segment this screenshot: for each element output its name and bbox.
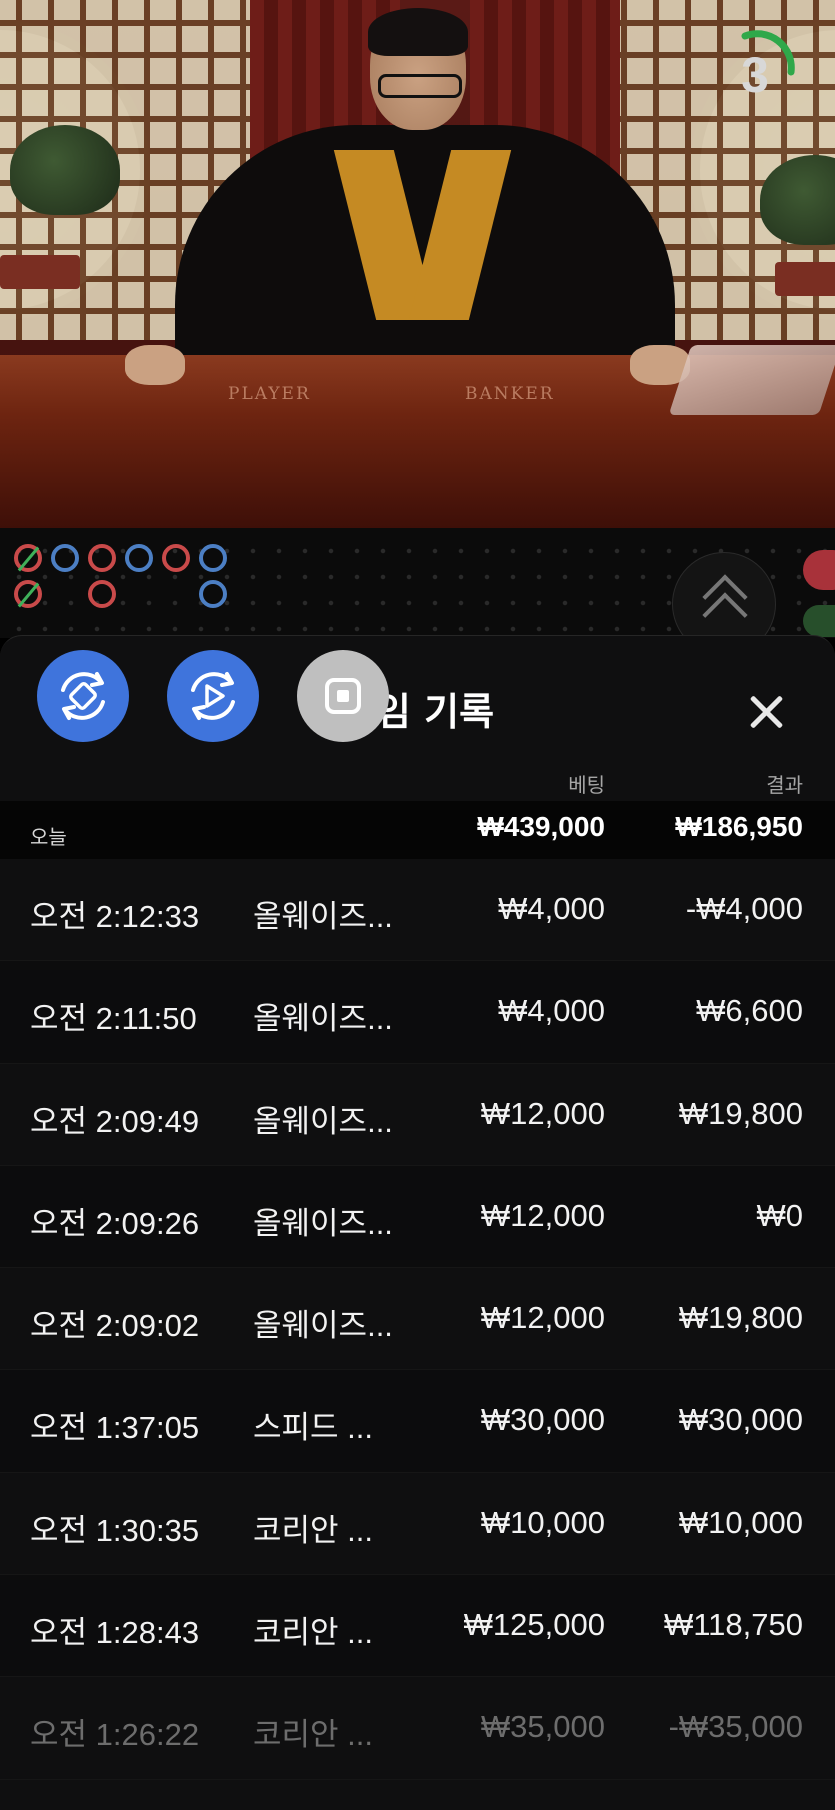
live-video[interactable]: PLAYER BANKER 3: [0, 0, 835, 528]
row-result: ₩6,600: [696, 993, 803, 1029]
row-result: -₩4,000: [685, 891, 803, 926]
dealer-glasses: [378, 74, 462, 98]
row-result: -₩35,000: [668, 1709, 803, 1745]
row-bet: ₩4,000: [498, 993, 605, 1029]
close-button[interactable]: [736, 681, 798, 743]
dealer-hand-left: [125, 345, 185, 385]
row-time: 오전 1:26:22: [30, 1717, 200, 1753]
countdown-timer: 3: [715, 30, 795, 110]
card-shoe: [668, 345, 835, 415]
row-bet: ₩125,000: [463, 1607, 605, 1643]
bonsai-pot-left: [0, 255, 80, 289]
row-result: ₩10,000: [678, 1504, 803, 1540]
row-time: 오전 2:11:50: [30, 1001, 197, 1037]
today-result-total: ₩186,950: [675, 811, 803, 842]
column-header-bet: 베팅: [568, 773, 605, 797]
bonsai-left: [10, 125, 120, 215]
row-time: 오전 2:09:49: [30, 1103, 200, 1139]
row-result: ₩19,800: [678, 1300, 803, 1336]
stop-square-icon: [325, 678, 361, 714]
road-bead: [88, 544, 116, 572]
row-game: 올웨이즈...: [253, 899, 393, 934]
row-time: 오전 2:12:33: [30, 899, 200, 934]
row-game: 스피드 ...: [253, 1410, 374, 1446]
replay-video-icon: [191, 672, 235, 720]
row-bet: ₩10,000: [480, 1504, 605, 1540]
stop-button[interactable]: [297, 650, 389, 742]
road-bead: [14, 580, 42, 608]
dealer-hair: [368, 8, 468, 56]
game-history-sheet: 게임 기록 베팅 결과 오늘 ₩439,000 ₩186,950 오전 2:12…: [0, 635, 835, 1810]
history-row[interactable]: 오전 2:11:50 올웨이즈... ₩4,000 ₩6,600: [0, 961, 835, 1064]
column-header-result: 결과: [766, 773, 803, 797]
row-result: ₩30,000: [678, 1402, 803, 1438]
side-indicator-green: [803, 605, 835, 637]
row-game: 올웨이즈...: [253, 1103, 393, 1139]
row-game: 코리안 ...: [253, 1512, 374, 1548]
today-summary-row: 오늘 ₩439,000 ₩186,950: [0, 801, 835, 859]
history-row[interactable]: 오전 1:30:35 코리안 ... ₩10,000 ₩10,000: [0, 1472, 835, 1576]
row-time: 오전 1:30:35: [30, 1512, 200, 1548]
road-bead: [88, 580, 116, 608]
row-bet: ₩30,000: [480, 1402, 605, 1438]
row-game: 올웨이즈...: [253, 1308, 393, 1344]
bonsai-pot-right: [775, 262, 835, 296]
today-label: 오늘: [30, 825, 67, 849]
history-list: 오전 2:12:33 올웨이즈... ₩4,000 -₩4,000 오전 2:1…: [0, 859, 835, 1780]
row-result: ₩0: [756, 1197, 804, 1233]
road-bead: [162, 544, 190, 572]
road-bead: [199, 580, 227, 608]
row-time: 오전 2:09:02: [30, 1308, 200, 1344]
replay-button[interactable]: [167, 650, 259, 742]
row-time: 오전 2:09:26: [30, 1205, 200, 1241]
row-game: 코리안 ...: [253, 1615, 374, 1651]
row-result: ₩118,750: [663, 1607, 803, 1643]
history-row[interactable]: 오전 1:26:22 코리안 ... ₩35,000 -₩35,000: [0, 1677, 835, 1780]
side-indicator-red: [803, 550, 835, 590]
row-time: 오전 1:28:43: [30, 1615, 200, 1651]
history-row[interactable]: 오전 2:12:33 올웨이즈... ₩4,000 -₩4,000: [0, 859, 835, 962]
history-row[interactable]: 오전 1:37:05 스피드 ... ₩30,000 ₩30,000: [0, 1370, 835, 1473]
row-bet: ₩12,000: [480, 1300, 605, 1336]
row-time: 오전 1:37:05: [30, 1410, 200, 1446]
row-result: ₩19,800: [678, 1095, 803, 1131]
row-game: 올웨이즈...: [253, 1205, 393, 1241]
road-bead: [14, 544, 42, 572]
rotate-button[interactable]: [37, 650, 129, 742]
history-row[interactable]: 오전 2:09:02 올웨이즈... ₩12,000 ₩19,800: [0, 1268, 835, 1371]
row-bet: ₩12,000: [480, 1197, 605, 1233]
row-bet: ₩35,000: [480, 1709, 605, 1745]
row-bet: ₩4,000: [498, 891, 605, 926]
today-bet-total: ₩439,000: [477, 811, 605, 842]
road-bead: [125, 544, 153, 572]
history-row[interactable]: 오전 1:28:43 코리안 ... ₩125,000 ₩118,750: [0, 1575, 835, 1678]
row-bet: ₩12,000: [480, 1095, 605, 1131]
table-label-banker: BANKER: [465, 384, 555, 404]
history-row[interactable]: 오전 2:09:49 올웨이즈... ₩12,000 ₩19,800: [0, 1063, 835, 1166]
row-game: 올웨이즈...: [253, 1001, 393, 1037]
rotate-sync-icon: [61, 672, 105, 720]
road-bead: [51, 544, 79, 572]
table-label-player: PLAYER: [228, 384, 311, 404]
history-row[interactable]: 오전 2:09:26 올웨이즈... ₩12,000 ₩0: [0, 1165, 835, 1269]
countdown-number: 3: [741, 47, 769, 103]
row-game: 코리안 ...: [253, 1717, 374, 1753]
road-bead: [199, 544, 227, 572]
